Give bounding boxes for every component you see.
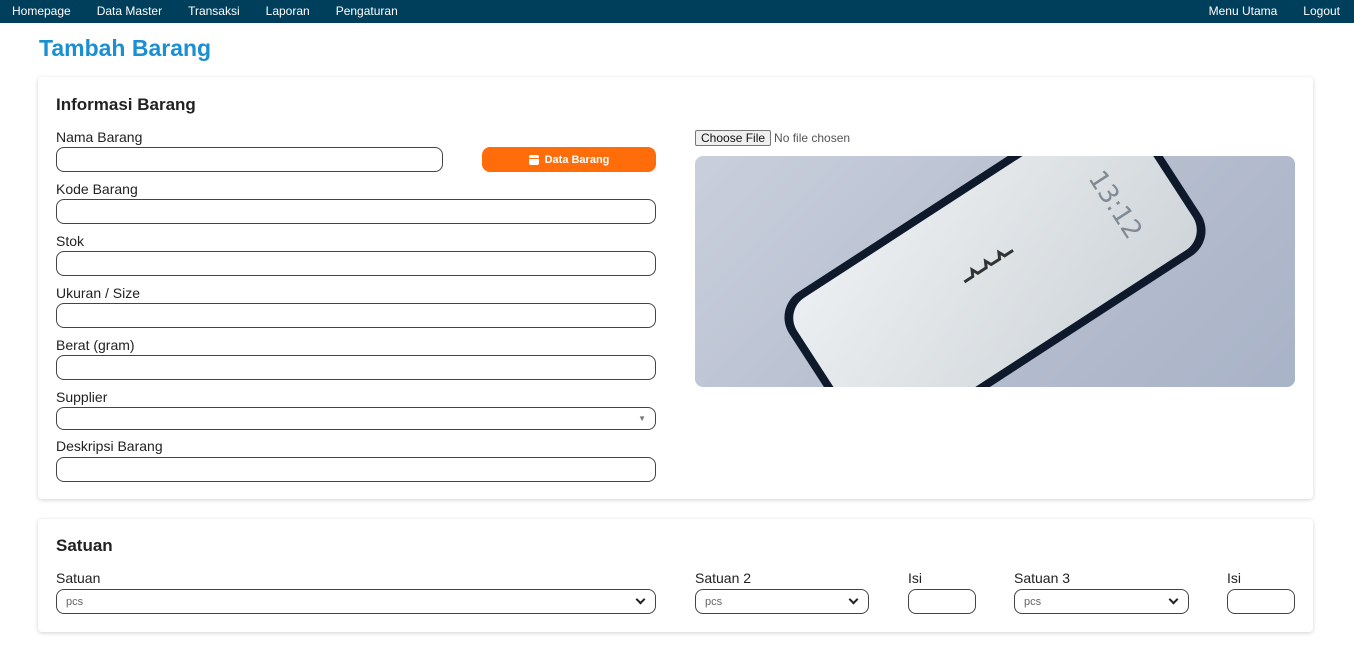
nav-menu-utama[interactable]: Menu Utama <box>1209 0 1278 23</box>
nav-left: Homepage Data Master Transaksi Laporan P… <box>12 0 424 23</box>
nav-transaksi[interactable]: Transaksi <box>188 0 240 23</box>
kode-barang-label: Kode Barang <box>56 181 138 197</box>
isi2-label: Isi <box>1227 570 1241 586</box>
satuan-select[interactable]: pcs <box>56 589 656 614</box>
satuan3-select[interactable]: pcs <box>1014 589 1189 614</box>
stok-input[interactable] <box>56 251 656 276</box>
satuan2-label: Satuan 2 <box>695 570 752 586</box>
berat-input[interactable] <box>56 355 656 380</box>
kode-barang-input[interactable] <box>56 199 656 224</box>
nav-homepage[interactable]: Homepage <box>12 0 71 23</box>
top-navbar: Homepage Data Master Transaksi Laporan P… <box>0 0 1354 23</box>
choose-file-button[interactable]: Choose File <box>695 130 772 146</box>
informasi-barang-title: Informasi Barang <box>56 95 196 114</box>
nav-right: Menu Utama Logout <box>1183 0 1340 23</box>
supplier-select[interactable]: ▼ <box>56 407 656 430</box>
deskripsi-label: Deskripsi Barang <box>56 438 163 454</box>
satuan-card: Satuan Satuan pcs Satuan 2 pcs Isi Satua… <box>38 519 1313 632</box>
ukuran-label: Ukuran / Size <box>56 285 141 301</box>
isi1-label: Isi <box>908 570 922 586</box>
chevron-down-icon <box>635 594 646 605</box>
chevron-down-icon <box>1168 594 1179 605</box>
nav-pengaturan[interactable]: Pengaturan <box>336 0 398 23</box>
satuan2-select[interactable]: pcs <box>695 589 869 614</box>
nama-barang-input[interactable] <box>56 147 443 172</box>
nav-laporan[interactable]: Laporan <box>266 0 310 23</box>
supplier-label: Supplier <box>56 389 108 405</box>
ukuran-input[interactable] <box>56 303 656 328</box>
product-image-preview: 13:12 <box>695 156 1295 387</box>
informasi-barang-card: Informasi Barang Nama Barang Data Barang… <box>38 77 1313 499</box>
satuan-value: pcs <box>66 595 84 608</box>
satuan3-label: Satuan 3 <box>1014 570 1071 586</box>
nav-data-master[interactable]: Data Master <box>97 0 162 23</box>
data-barang-button-label: Data Barang <box>544 153 610 166</box>
page-title: Tambah Barang <box>39 35 212 61</box>
satuan2-value: pcs <box>705 595 723 608</box>
chevron-down-icon <box>848 594 859 605</box>
satuan-label: Satuan <box>56 570 101 586</box>
satuan-title: Satuan <box>56 536 113 555</box>
file-upload: Choose File No file chosen <box>695 130 850 146</box>
satuan3-value: pcs <box>1024 595 1042 608</box>
calendar-icon <box>528 154 539 165</box>
dropdown-arrow-icon: ▼ <box>638 414 646 423</box>
phone-photo-icon: 13:12 <box>784 156 1206 387</box>
nama-barang-label: Nama Barang <box>56 129 143 145</box>
isi2-input[interactable] <box>1227 589 1295 614</box>
deskripsi-input[interactable] <box>56 457 656 482</box>
nav-logout[interactable]: Logout <box>1303 0 1340 23</box>
berat-label: Berat (gram) <box>56 337 135 353</box>
stok-label: Stok <box>56 233 85 249</box>
isi1-input[interactable] <box>908 589 976 614</box>
data-barang-button[interactable]: Data Barang <box>482 147 656 172</box>
file-status: No file chosen <box>774 131 851 145</box>
